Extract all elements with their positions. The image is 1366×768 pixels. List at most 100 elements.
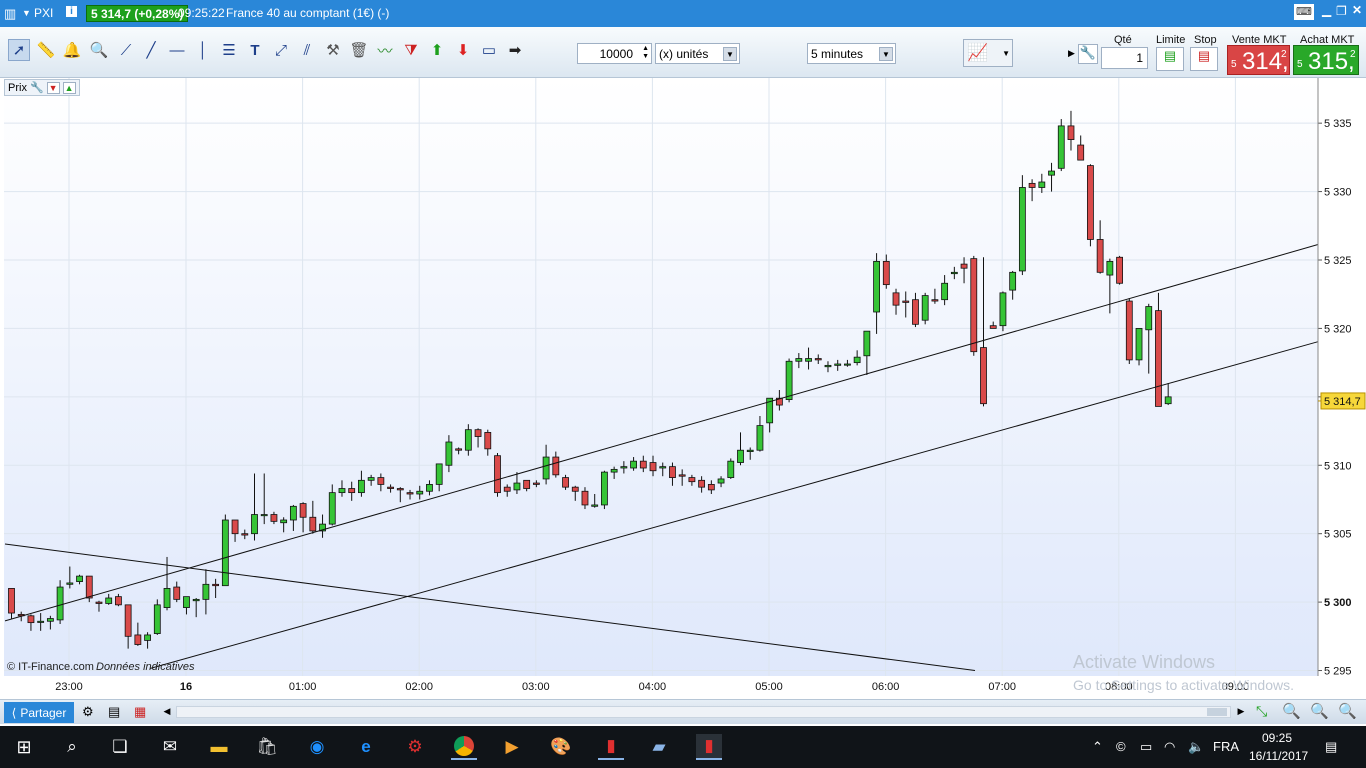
fibonacci-icon[interactable]: ☰ (218, 39, 240, 61)
rectangle-icon[interactable]: ▭ (478, 39, 500, 61)
buy-arrow-icon[interactable]: ⬆ (426, 39, 448, 61)
autoscale-icon[interactable]: ⤡ (1256, 703, 1267, 720)
horizontal-line-icon[interactable]: — (166, 39, 188, 61)
arrow-right-icon[interactable]: ➡ (504, 39, 526, 61)
vertical-line-icon[interactable]: │ (192, 39, 214, 61)
chevron-down-icon[interactable]: ▼ (1002, 49, 1010, 58)
text-icon[interactable]: T (244, 39, 266, 61)
triangle-icon[interactable]: ⧩ (400, 39, 422, 61)
candle-body (532, 482, 540, 485)
chart-grid-icon[interactable]: ▥ (4, 6, 16, 22)
media-icon[interactable]: ▶ (499, 734, 525, 760)
price-chart-area[interactable]: 5 3355 3305 3255 3205 3155 3105 3055 300… (4, 78, 1366, 696)
buy-market-button[interactable]: 5 315, 2 (1293, 45, 1359, 75)
candle-body (630, 460, 637, 469)
drawing-toolbar: ➚ 📏 🔔 🔍 ⟋ ╱ — │ ☰ T ⤢ ⫽ ⚒ 🗑 〰 ⧩ ⬆ ⬇ ▭ ➡ … (0, 27, 1366, 78)
task-view-icon[interactable]: ❏ (107, 734, 133, 760)
battery-icon[interactable]: ▭ (1140, 739, 1152, 755)
zoom-in-icon[interactable]: 🔍 (1338, 702, 1357, 720)
list-icon[interactable]: ▤ (108, 704, 120, 720)
arrow-line-icon[interactable]: ⤢ (270, 39, 292, 61)
store-icon[interactable]: 🛍 (254, 734, 280, 760)
volume-icon[interactable]: 🔈 (1188, 739, 1204, 755)
cursor-icon[interactable]: ➚ (8, 39, 30, 61)
clock-time[interactable]: 09:25 (1262, 731, 1292, 745)
tray-arrow-icon[interactable]: ⌃ (1092, 739, 1103, 755)
quantity-stepper-icon[interactable]: ▲ ▼ (642, 45, 649, 61)
language-indicator[interactable]: FRA (1213, 739, 1239, 754)
symbol-label[interactable]: PXI (34, 6, 53, 20)
qty-value: 1 (1136, 51, 1143, 65)
candle-body (513, 482, 521, 491)
channel-icon[interactable]: ⫽ (296, 39, 318, 61)
keyboard-icon[interactable]: ⌨ (1294, 4, 1314, 20)
settings-icon[interactable]: ⚙ (82, 704, 94, 720)
info-icon[interactable]: i (66, 6, 77, 17)
y-tick-label: 5 305 (1324, 529, 1352, 541)
start-icon[interactable]: ⊞ (11, 734, 37, 760)
trend-icon[interactable]: 〰 (374, 39, 396, 61)
candle-body (299, 503, 307, 518)
notes-icon[interactable]: ▰ (646, 734, 672, 760)
zoom-icon[interactable]: 🔍 (88, 39, 110, 61)
restore-icon[interactable]: ❐ (1336, 4, 1347, 18)
edge-icon[interactable]: e (353, 734, 379, 760)
clock-date[interactable]: 16/11/2017 (1249, 749, 1308, 763)
chevron-down-icon[interactable]: ▼ (723, 47, 737, 61)
file-explorer-icon[interactable]: ▬ (206, 734, 232, 760)
alert-bell-icon[interactable]: 🔔 (61, 39, 83, 61)
move-down-icon[interactable]: ▼ (46, 81, 60, 94)
search-icon[interactable]: ⌕ (59, 734, 85, 760)
units-select[interactable]: (x) unités ▼ (655, 43, 740, 64)
mail-icon[interactable]: ✉ (157, 734, 183, 760)
sell-arrow-icon[interactable]: ⬇ (452, 39, 474, 61)
prorealtime-active-icon[interactable]: ▮ (696, 734, 722, 760)
timeframe-select[interactable]: 5 minutes ▼ (807, 43, 896, 64)
app-blue-icon[interactable]: ◉ (304, 734, 330, 760)
dropdown-arrow-icon[interactable]: ▼ (22, 8, 31, 18)
share-button[interactable]: ⟨ Partager (4, 702, 74, 723)
segment-icon[interactable]: ⟋ (115, 39, 137, 61)
candle-body (853, 356, 861, 364)
qty-input[interactable]: 1 (1101, 47, 1148, 69)
limit-order-icon[interactable]: ▤ (1156, 47, 1184, 71)
paint-icon[interactable]: 🎨 (548, 734, 574, 760)
zoom-fit-icon[interactable]: 🔍 (1282, 702, 1301, 720)
candle-body (639, 460, 647, 469)
x-tick-label: 05:00 (755, 681, 783, 693)
chevron-down-icon[interactable]: ▼ (879, 47, 893, 61)
candle-body (1096, 239, 1104, 273)
stop-order-icon[interactable]: ▤ (1190, 47, 1218, 71)
candle-body (717, 478, 725, 484)
move-up-icon[interactable]: ▲ (62, 81, 76, 94)
tray-app-icon[interactable]: © (1116, 739, 1126, 754)
y-tick-label: 5 335 (1324, 118, 1352, 130)
candle-body (591, 504, 599, 507)
line-icon[interactable]: ╱ (140, 39, 162, 61)
table-icon[interactable]: ▦ (134, 704, 146, 720)
sell-market-button[interactable]: 5 314, 2 (1227, 45, 1290, 75)
wifi-icon[interactable]: ◠ (1164, 739, 1175, 755)
close-icon[interactable]: ✕ (1352, 3, 1362, 17)
quantity-input[interactable]: 10000 ▲ ▼ (577, 43, 652, 64)
scroll-left-icon[interactable]: ◀ (160, 703, 174, 720)
wrench-icon[interactable]: 🔧 (30, 81, 44, 94)
notifications-icon[interactable]: ▤ (1325, 739, 1337, 755)
wrench-icon[interactable]: 🔧 (1078, 44, 1098, 64)
zoom-out-icon[interactable]: 🔍 (1310, 702, 1329, 720)
scrollbar-thumb[interactable] (1207, 708, 1227, 716)
candlestick-chart[interactable]: 5 3355 3305 3255 3205 3155 3105 3055 300… (4, 78, 1366, 696)
prorealtime-icon[interactable]: ▮ (598, 734, 624, 760)
indicators-button[interactable]: 📈 ▼ (963, 39, 1013, 67)
horizontal-scrollbar[interactable] (176, 706, 1231, 718)
ruler-icon[interactable]: 📏 (35, 39, 57, 61)
trash-icon[interactable]: 🗑 (348, 39, 370, 61)
scroll-right-icon[interactable]: ▶ (1234, 703, 1248, 720)
minimize-icon[interactable]: ▁ (1322, 3, 1331, 17)
collapse-arrow-icon[interactable]: ▶ (1068, 48, 1075, 59)
chrome-icon[interactable] (451, 734, 477, 760)
app-red-icon[interactable]: ⚙ (402, 734, 428, 760)
y-tick-label: 5 325 (1324, 255, 1352, 267)
hammer-icon[interactable]: ⚒ (322, 39, 344, 61)
candle-body (921, 295, 929, 321)
